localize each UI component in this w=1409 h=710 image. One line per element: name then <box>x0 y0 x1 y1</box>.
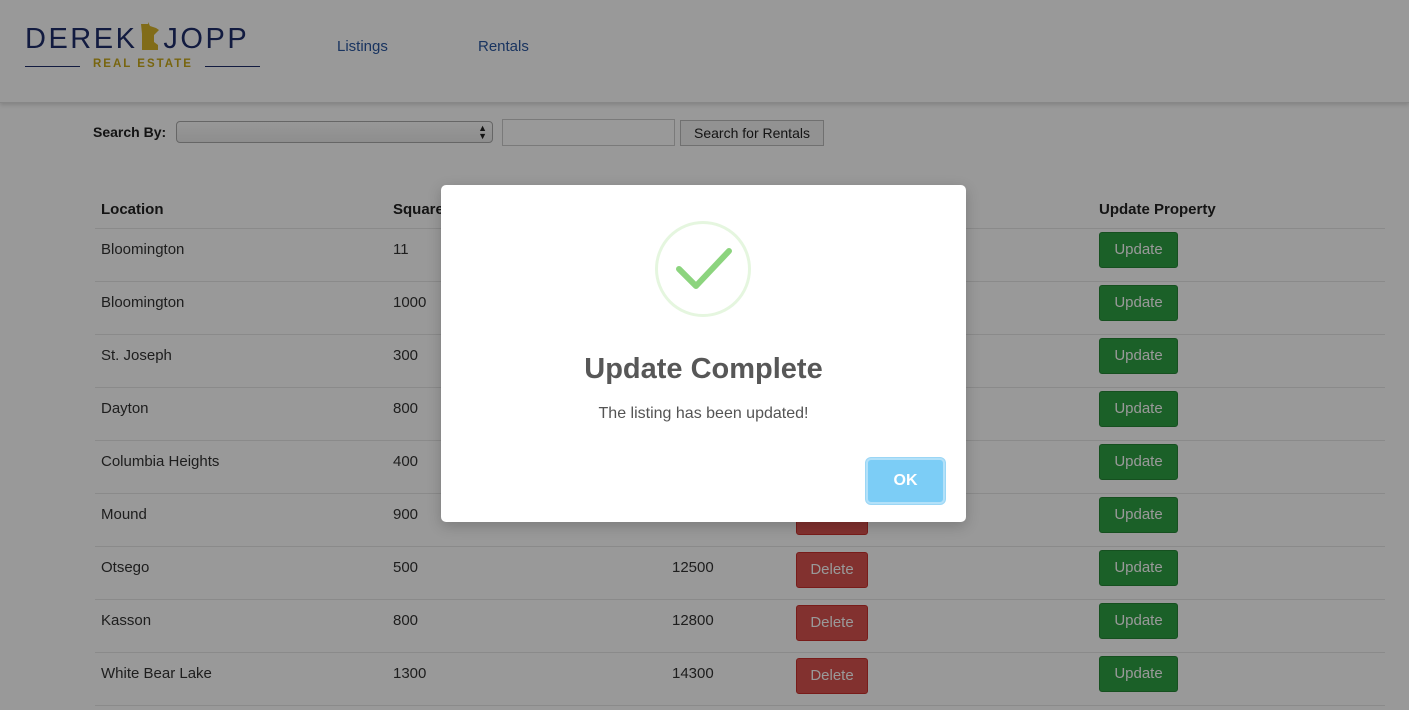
dialog-title: Update Complete <box>584 353 823 385</box>
ok-button[interactable]: OK <box>866 458 945 504</box>
dialog-message: The listing has been updated! <box>598 405 809 422</box>
success-check-icon <box>655 221 751 317</box>
success-dialog: Update Complete The listing has been upd… <box>441 185 966 522</box>
